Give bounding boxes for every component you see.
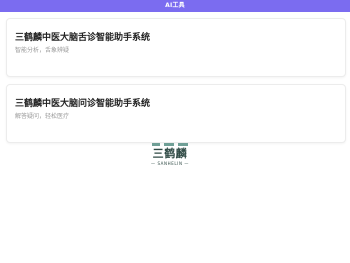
app-root: AI工具 三鹤麟中医大脑舌诊智能助手系统 智能分析，舌象辨疑 三鹤麟中医大脑问诊…: [0, 0, 350, 263]
logo-text: 三鹤麟: [152, 147, 188, 160]
page-title: AI工具: [165, 2, 185, 9]
top-bar: AI工具: [0, 0, 350, 12]
card-subtitle: 解答疑问，轻松医疗: [15, 113, 70, 120]
card-title: 三鹤麟中医大脑问诊智能助手系统: [15, 99, 151, 109]
tool-card-consultation[interactable]: 三鹤麟中医大脑问诊智能助手系统 解答疑问，轻松医疗: [6, 84, 346, 143]
logo-subtext: — SANHELIN —: [150, 161, 190, 166]
brand-logo: 三鹤麟 — SANHELIN —: [148, 142, 192, 170]
card-title: 三鹤麟中医大脑舌诊智能助手系统: [15, 33, 151, 43]
tool-card-tongue-diagnosis[interactable]: 三鹤麟中医大脑舌诊智能助手系统 智能分析，舌象辨疑: [6, 18, 346, 77]
card-subtitle: 智能分析，舌象辨疑: [15, 47, 70, 54]
